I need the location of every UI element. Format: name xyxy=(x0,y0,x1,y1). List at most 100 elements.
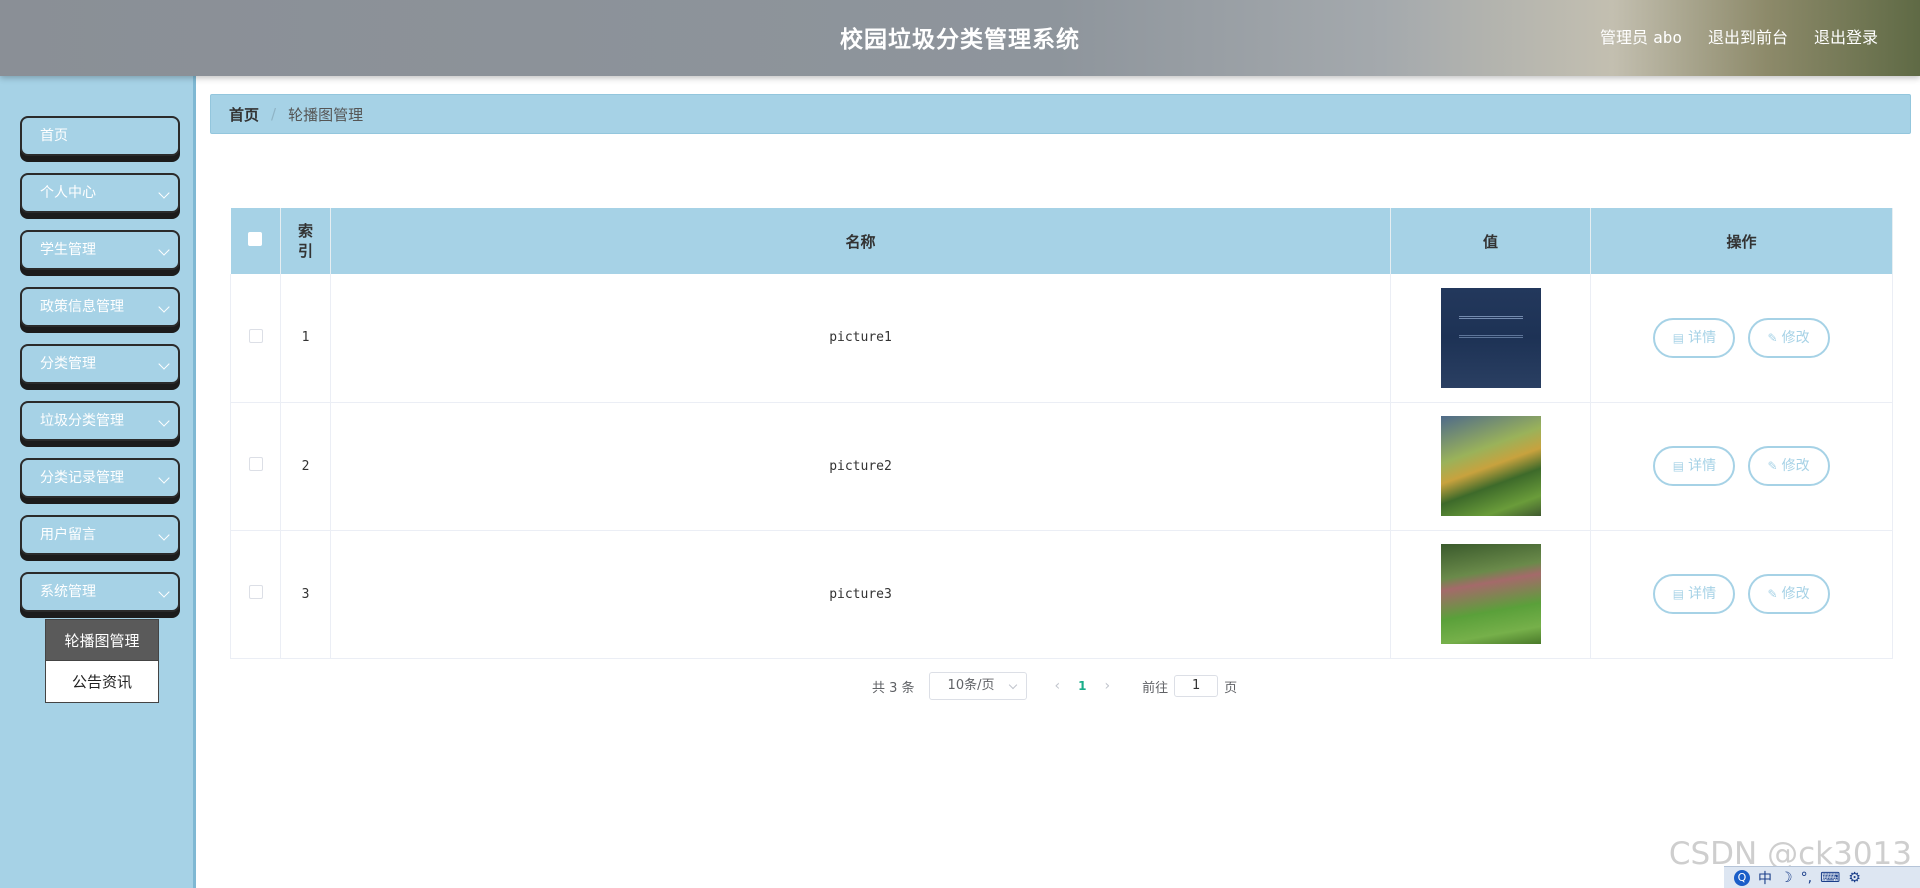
goto-label: 前往 xyxy=(1142,680,1169,696)
sidebar-item-student-management[interactable]: 学生管理 xyxy=(20,230,180,270)
admin-role-label: 管理员 xyxy=(1599,28,1648,47)
input-method-icon[interactable]: Q xyxy=(1734,869,1750,886)
column-header-index: 索引 xyxy=(280,208,331,274)
detail-button[interactable]: ▤ 详情 xyxy=(1653,574,1736,614)
select-all-cell xyxy=(230,208,281,274)
row-index: 3 xyxy=(280,530,331,659)
ime-mode-indicator[interactable]: 中 xyxy=(1758,868,1772,888)
breadcrumb-current: 轮播图管理 xyxy=(288,105,364,124)
sidebar-item-label: 政策信息管理 xyxy=(40,299,124,315)
table-row: 1 picture1 ▤ 详情 ✎ 修改 xyxy=(230,274,1893,403)
row-name: picture1 xyxy=(330,274,1391,403)
chevron-down-icon xyxy=(158,472,170,484)
row-value-cell xyxy=(1390,530,1591,659)
row-select-cell xyxy=(230,402,281,531)
chevron-down-icon xyxy=(158,187,170,199)
sidebar-item-label: 分类记录管理 xyxy=(40,470,124,486)
table-row: 2 picture2 ▤ 详情 ✎ 修改 xyxy=(230,402,1893,531)
breadcrumb-separator: / xyxy=(271,105,277,123)
carousel-image-thumbnail xyxy=(1440,544,1541,644)
row-checkbox[interactable] xyxy=(248,457,263,471)
pencil-icon: ✎ xyxy=(1767,587,1778,601)
keyboard-icon[interactable]: ⌨ xyxy=(1820,870,1840,886)
punctuation-icon[interactable]: °, xyxy=(1801,870,1812,886)
prev-page-button[interactable]: ‹ xyxy=(1055,678,1061,694)
sidebar-item-garbage-category-management[interactable]: 垃圾分类管理 xyxy=(20,401,180,441)
sidebar-item-label: 学生管理 xyxy=(40,242,96,258)
row-select-cell xyxy=(230,530,281,659)
moon-icon[interactable]: ☽ xyxy=(1780,870,1793,886)
edit-label: 修改 xyxy=(1781,458,1810,474)
chevron-down-icon xyxy=(1008,680,1017,690)
page-unit-label: 页 xyxy=(1224,680,1238,696)
document-icon: ▤ xyxy=(1672,459,1685,473)
edit-button[interactable]: ✎ 修改 xyxy=(1747,574,1830,614)
row-actions-cell: ▤ 详情 ✎ 修改 xyxy=(1590,402,1893,531)
breadcrumb-home[interactable]: 首页 xyxy=(229,104,259,125)
table-header-row: 索引 名称 值 操作 xyxy=(230,208,1893,274)
row-select-cell xyxy=(230,274,281,403)
admin-info: 管理员 abo xyxy=(1600,24,1682,48)
table-row: 3 picture3 ▤ 详情 ✎ 修改 xyxy=(230,530,1893,659)
document-icon: ▤ xyxy=(1672,330,1685,345)
sidebar-item-system-management[interactable]: 系统管理 xyxy=(20,572,180,612)
sidebar-item-category-management[interactable]: 分类管理 xyxy=(20,344,180,384)
carousel-table: 索引 名称 值 操作 1 picture1 ▤ 详情 ✎ 修改 2 picture2 xyxy=(230,208,1893,659)
row-name: picture3 xyxy=(330,530,1391,659)
edit-button[interactable]: ✎ 修改 xyxy=(1747,317,1830,358)
row-value-cell xyxy=(1390,402,1591,531)
row-actions-cell: ▤ 详情 ✎ 修改 xyxy=(1590,530,1893,659)
edit-button[interactable]: ✎ 修改 xyxy=(1747,446,1830,486)
row-name: picture2 xyxy=(330,402,1391,531)
detail-label: 详情 xyxy=(1688,458,1717,474)
chevron-down-icon xyxy=(158,586,170,598)
admin-username: abo xyxy=(1653,28,1682,47)
detail-button[interactable]: ▤ 详情 xyxy=(1653,446,1736,486)
page-size-select[interactable]: 10条/页 xyxy=(928,672,1027,700)
next-page-button[interactable]: › xyxy=(1105,678,1111,694)
sidebar-item-label: 分类管理 xyxy=(40,356,96,372)
sidebar-item-personal-center[interactable]: 个人中心 xyxy=(20,173,180,213)
goto-page-input[interactable]: 1 xyxy=(1174,675,1219,697)
column-header-value: 值 xyxy=(1390,208,1591,274)
carousel-image-thumbnail xyxy=(1440,287,1541,388)
pagination-total: 共 3 条 xyxy=(872,680,915,696)
column-header-name: 名称 xyxy=(330,208,1391,274)
carousel-image-thumbnail xyxy=(1440,416,1541,516)
sidebar-item-label: 首页 xyxy=(40,128,68,144)
settings-icon[interactable]: ⚙ xyxy=(1848,870,1861,886)
column-header-actions: 操作 xyxy=(1590,208,1893,274)
row-checkbox[interactable] xyxy=(248,328,263,343)
pencil-icon: ✎ xyxy=(1767,330,1778,345)
sidebar-item-record-management[interactable]: 分类记录管理 xyxy=(20,458,180,498)
breadcrumb: 首页 / 轮播图管理 xyxy=(210,94,1911,134)
chevron-down-icon xyxy=(158,529,170,541)
sidebar-item-user-messages[interactable]: 用户留言 xyxy=(20,515,180,555)
logout-link[interactable]: 退出登录 xyxy=(1814,24,1878,48)
sidebar-item-label: 系统管理 xyxy=(40,584,96,600)
select-all-checkbox[interactable] xyxy=(248,232,263,246)
detail-button[interactable]: ▤ 详情 xyxy=(1653,317,1736,358)
page-size-value: 10条/页 xyxy=(947,678,995,693)
sidebar-item-home[interactable]: 首页 xyxy=(20,116,180,156)
detail-label: 详情 xyxy=(1688,329,1717,346)
chevron-down-icon xyxy=(158,244,170,256)
header-actions: 管理员 abo 退出到前台 退出登录 xyxy=(1600,24,1878,48)
sidebar-item-label: 用户留言 xyxy=(40,527,96,543)
sidebar: 首页 个人中心 学生管理 政策信息管理 分类管理 垃圾分类管理 分类记录管理 用… xyxy=(0,76,196,888)
submenu-item-carousel[interactable]: 轮播图管理 xyxy=(45,619,159,661)
system-tray: Q 中 ☽ °, ⌨ ⚙ xyxy=(1724,866,1920,888)
edit-label: 修改 xyxy=(1781,329,1810,346)
document-icon: ▤ xyxy=(1672,587,1685,601)
page-number-current[interactable]: 1 xyxy=(1078,679,1086,693)
sidebar-item-label: 垃圾分类管理 xyxy=(40,413,124,429)
sidebar-item-label: 个人中心 xyxy=(40,185,96,201)
pencil-icon: ✎ xyxy=(1767,459,1778,473)
chevron-down-icon xyxy=(158,415,170,427)
sidebar-item-policy-management[interactable]: 政策信息管理 xyxy=(20,287,180,327)
chevron-down-icon xyxy=(158,301,170,313)
row-checkbox[interactable] xyxy=(248,585,263,599)
submenu-item-announcements[interactable]: 公告资讯 xyxy=(45,661,159,703)
chevron-down-icon xyxy=(158,358,170,370)
back-to-frontend-link[interactable]: 退出到前台 xyxy=(1708,24,1788,48)
